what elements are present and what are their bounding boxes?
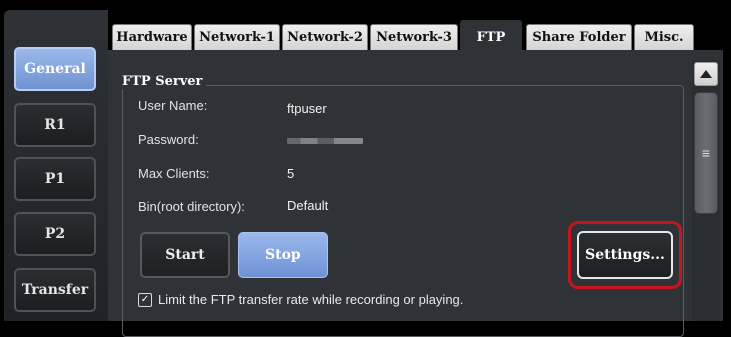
tab-hardware[interactable]: Hardware — [112, 24, 192, 50]
start-button[interactable]: Start — [140, 232, 230, 278]
limit-rate-option[interactable]: ✓ Limit the FTP transfer rate while reco… — [138, 292, 463, 307]
tab-share-folder[interactable]: Share Folder — [526, 24, 632, 50]
limit-rate-label: Limit the FTP transfer rate while record… — [158, 292, 464, 307]
checkbox-checked-icon[interactable]: ✓ — [138, 292, 152, 307]
sidebar-item-label: General — [24, 61, 86, 77]
password-label: Password: — [138, 132, 199, 147]
tab-label: Misc. — [644, 30, 684, 45]
sidebar-item-label: P2 — [44, 226, 66, 242]
scroll-up-button[interactable] — [694, 62, 718, 86]
sidebar-item-label: Transfer — [21, 282, 89, 298]
sidebar-item-p2[interactable]: P2 — [14, 212, 96, 256]
sidebar-item-r1[interactable]: R1 — [14, 103, 96, 147]
max-clients-value: 5 — [287, 166, 295, 181]
user-name-value: ftpuser — [287, 101, 327, 116]
tab-label: Network-1 — [199, 30, 275, 45]
tab-network-2[interactable]: Network-2 — [282, 24, 368, 50]
settings-button-label: Settings... — [585, 247, 665, 263]
tab-label: Hardware — [116, 30, 188, 45]
tab-label: Network-2 — [287, 30, 363, 45]
bin-root-value: Default — [287, 198, 329, 213]
tab-misc[interactable]: Misc. — [634, 24, 694, 50]
tab-label: Network-3 — [376, 30, 452, 45]
scroll-thumb[interactable]: ≡ — [694, 92, 718, 214]
bin-root-label: Bin(root directory): — [138, 199, 245, 214]
sidebar-item-general[interactable]: General — [14, 47, 96, 91]
sidebar-item-p1[interactable]: P1 — [14, 157, 96, 201]
group-title: FTP Server — [120, 74, 207, 89]
sidebar-item-label: P1 — [44, 171, 66, 187]
start-button-label: Start — [165, 247, 205, 263]
tab-network-1[interactable]: Network-1 — [194, 24, 280, 50]
tab-label: FTP — [476, 30, 506, 45]
user-name-label: User Name: — [138, 98, 208, 113]
tab-ftp[interactable]: FTP — [460, 20, 522, 54]
password-value-masked — [287, 138, 363, 144]
max-clients-label: Max Clients: — [138, 166, 210, 181]
sidebar-item-transfer[interactable]: Transfer — [14, 268, 96, 312]
sidebar-item-label: R1 — [44, 117, 66, 133]
grip-lines-icon: ≡ — [701, 145, 711, 161]
tab-network-3[interactable]: Network-3 — [370, 24, 458, 50]
tab-label: Share Folder — [532, 30, 626, 45]
stop-button[interactable]: Stop — [238, 232, 328, 278]
triangle-up-icon — [700, 70, 712, 78]
settings-button[interactable]: Settings... — [577, 231, 673, 279]
stop-button-label: Stop — [265, 247, 301, 263]
